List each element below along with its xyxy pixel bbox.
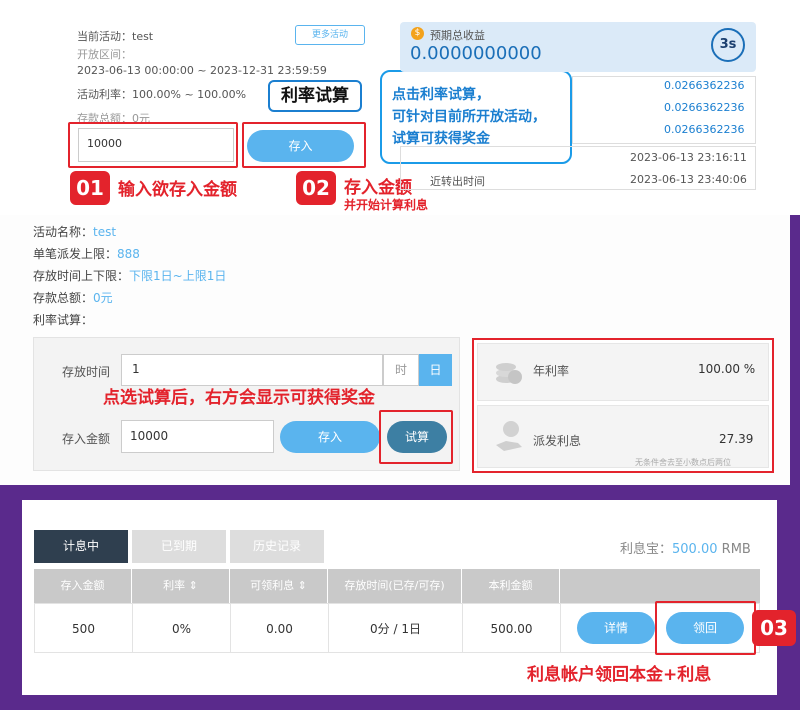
header-actions: [560, 569, 760, 603]
period-label: 开放区间：: [77, 48, 132, 61]
middle-panel: 活动名称：test 单笔派发上限：888 存放时间上下限：下限1日~上限1日 存…: [0, 215, 790, 485]
header-rate[interactable]: 利率 ⇕: [132, 569, 230, 603]
callout-line2: 可针对目前所开放活动，: [392, 109, 546, 125]
cell-duration: 0分 / 1日: [329, 604, 463, 652]
duration-label: 存放时间上下限：: [33, 269, 130, 283]
cell-total: 500.00: [463, 604, 561, 652]
cell-amount: 500: [35, 604, 133, 652]
activity-name-row: 活动名称：test: [33, 223, 116, 240]
interest-note: 无条件舍去至小数点后两位: [635, 458, 731, 467]
step2-subtext: 并开始计算利息: [344, 198, 429, 212]
single-max-row: 单笔派发上限：888: [33, 245, 140, 262]
header-total: 本利金额: [462, 569, 560, 603]
callout-line1: 点击利率试算，: [392, 87, 490, 103]
amount-input-mid[interactable]: 10000: [121, 420, 274, 453]
unit-hour-toggle[interactable]: 时: [383, 354, 419, 386]
more-activities-button[interactable]: 更多活动: [295, 25, 365, 45]
amount-input-highlight: [68, 122, 238, 168]
earn-row-2: 0.0266362236: [664, 101, 745, 114]
total-label: 存款总额：: [33, 291, 94, 305]
duration-value: 下限1日~上限1日: [129, 269, 227, 283]
tab-history[interactable]: 历史记录: [230, 530, 324, 563]
unit-day-toggle[interactable]: 日: [419, 354, 452, 386]
refresh-timer[interactable]: 3s: [711, 28, 745, 62]
header-duration: 存放时间(已存/可存): [328, 569, 462, 603]
period-value: 2023-06-13 00:00:00 ~ 2023-12-31 23:59:5…: [77, 64, 327, 77]
overlay-instruction: 点选试算后，右方会显示可获得奖金: [103, 388, 375, 408]
earnings-value: 0.0000000000: [410, 43, 542, 64]
calc-label: 利率试算：: [33, 313, 94, 327]
single-max-label: 单笔派发上限：: [33, 247, 118, 261]
activity-name-value: test: [93, 225, 117, 239]
details-button[interactable]: 详情: [577, 612, 655, 644]
interest-treasure-label: 利息宝：: [620, 542, 673, 557]
table-header: 存入金额 利率 ⇕ 可领利息 ⇕ 存放时间(已存/可存) 本利金额: [34, 569, 760, 603]
cell-rate: 0%: [133, 604, 231, 652]
bottom-panel: 计息中 已到期 历史记录 利息宝：500.00 RMB 存入金额 利率 ⇕ 可领…: [22, 500, 777, 695]
activity-rate: 活动利率：100.00% ~ 100.00%: [77, 88, 247, 101]
deposit-button-mid[interactable]: 存入: [280, 421, 380, 453]
single-max-value: 888: [117, 247, 140, 261]
earn-row-1: 0.0266362236: [664, 79, 745, 92]
total-row: 存款总额：0元: [33, 289, 113, 306]
step1-badge: 01: [70, 171, 110, 205]
form-time-label: 存放时间: [62, 365, 111, 379]
annual-rate-label: 年利率: [533, 364, 570, 378]
deposit-button-highlight: [242, 122, 366, 168]
interest-value: 27.39: [719, 432, 754, 446]
time-row-1-value: 2023-06-13 23:16:11: [630, 151, 747, 164]
duration-row: 存放时间上下限：下限1日~上限1日: [33, 267, 226, 284]
interest-label: 派发利息: [533, 434, 582, 448]
tab-active[interactable]: 计息中: [34, 530, 128, 563]
header-amount: 存入金额: [34, 569, 132, 603]
earn-row-3: 0.0266362236: [664, 123, 745, 136]
time-input[interactable]: 1: [121, 354, 383, 386]
step2-badge: 02: [296, 171, 336, 205]
earnings-label: 预期总收益: [430, 29, 485, 42]
interest-treasure-value: 500.00: [672, 542, 718, 557]
interest-treasure-unit: RMB: [721, 542, 751, 557]
calc-button-highlight: [379, 410, 453, 464]
activity-name-label: 活动名称：: [33, 225, 94, 239]
coins-stack-icon: [494, 353, 524, 387]
tab-expired[interactable]: 已到期: [132, 530, 226, 563]
total-value: 0元: [93, 291, 113, 305]
step3-text: 利息帐户领回本金+利息: [527, 665, 712, 685]
top-panel: 当前活动：test 更多活动 开放区间： 2023-06-13 00:00:00…: [0, 0, 800, 215]
time-row-2-value: 2023-06-13 23:40:06: [630, 173, 747, 186]
annual-rate-value: 100.00 %: [698, 362, 756, 376]
coin-icon: $: [411, 27, 424, 40]
step3-badge: 03: [752, 610, 796, 646]
cell-claimable: 0.00: [231, 604, 329, 652]
current-activity: 当前活动：test: [77, 30, 154, 43]
header-claimable[interactable]: 可领利息 ⇕: [230, 569, 328, 603]
step1-text: 输入欲存入金额: [118, 180, 237, 200]
form-amount-label: 存入金额: [62, 432, 111, 446]
money-hand-icon: [494, 419, 524, 453]
time-row-2-label: 近转出时间: [430, 175, 485, 188]
interest-treasure: 利息宝：500.00 RMB: [620, 538, 751, 557]
callout-tag: 利率试算: [268, 80, 362, 112]
claim-button-highlight: [655, 601, 756, 655]
